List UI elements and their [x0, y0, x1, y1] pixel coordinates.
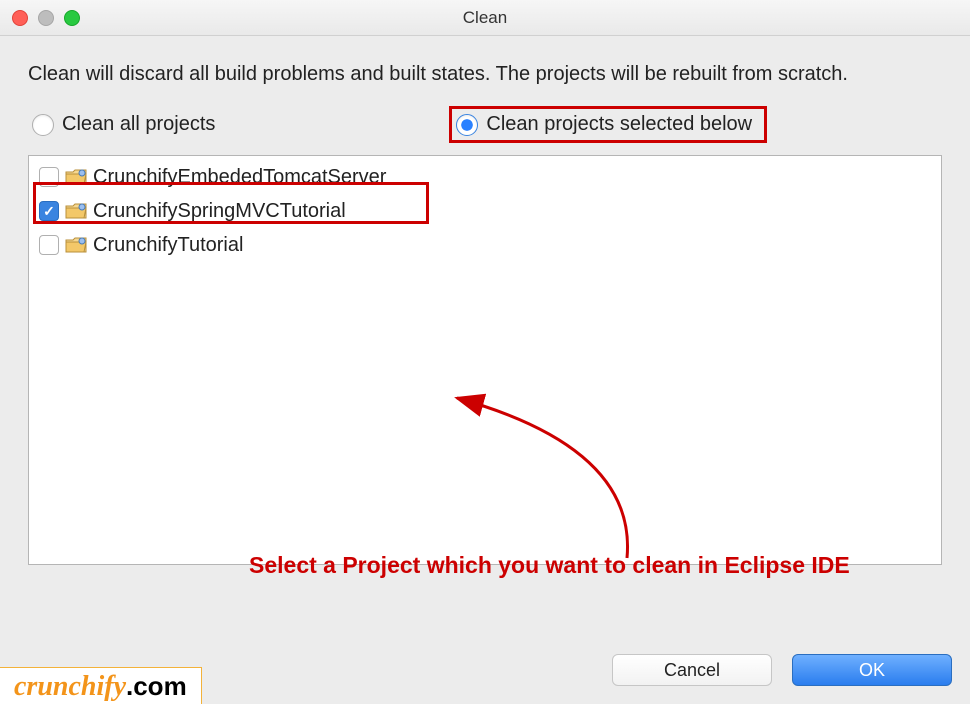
radio-icon	[456, 114, 478, 136]
radio-label: Clean all projects	[62, 113, 215, 136]
radio-icon	[32, 114, 54, 136]
radio-clean-selected[interactable]: Clean projects selected below	[449, 106, 767, 143]
minimize-icon[interactable]	[38, 10, 54, 26]
project-list[interactable]: CrunchifyEmbededTomcatServer ✓ Crunchify…	[28, 155, 942, 565]
cancel-button[interactable]: Cancel	[612, 654, 772, 686]
project-name: CrunchifyEmbededTomcatServer	[93, 162, 386, 192]
maximize-icon[interactable]	[64, 10, 80, 26]
radio-label: Clean projects selected below	[486, 113, 752, 136]
radio-clean-all[interactable]: Clean all projects	[28, 109, 219, 140]
clean-scope-group: Clean all projects Clean projects select…	[28, 106, 942, 143]
window-title: Clean	[0, 8, 970, 28]
list-item[interactable]: CrunchifyEmbededTomcatServer	[35, 160, 935, 194]
folder-icon	[65, 236, 87, 254]
dialog-content: Clean will discard all build problems an…	[0, 36, 970, 565]
dialog-buttons: Cancel OK	[612, 654, 952, 686]
watermark: crunchify.com	[0, 667, 202, 704]
list-item[interactable]: ✓ CrunchifySpringMVCTutorial	[35, 194, 935, 228]
ok-button[interactable]: OK	[792, 654, 952, 686]
folder-icon	[65, 168, 87, 186]
titlebar: Clean	[0, 0, 970, 36]
project-name: CrunchifySpringMVCTutorial	[93, 196, 346, 226]
annotation-text: Select a Project which you want to clean…	[249, 552, 850, 579]
watermark-suffix: .com	[126, 671, 187, 701]
project-name: CrunchifyTutorial	[93, 230, 243, 260]
close-icon[interactable]	[12, 10, 28, 26]
list-item[interactable]: CrunchifyTutorial	[35, 228, 935, 262]
window-controls	[12, 10, 80, 26]
checkbox[interactable]	[39, 235, 59, 255]
dialog-description: Clean will discard all build problems an…	[28, 60, 942, 88]
checkbox[interactable]	[39, 167, 59, 187]
checkbox[interactable]: ✓	[39, 201, 59, 221]
watermark-brand: crunchify	[14, 671, 126, 702]
annotation-arrow-icon	[447, 388, 667, 568]
folder-icon	[65, 202, 87, 220]
